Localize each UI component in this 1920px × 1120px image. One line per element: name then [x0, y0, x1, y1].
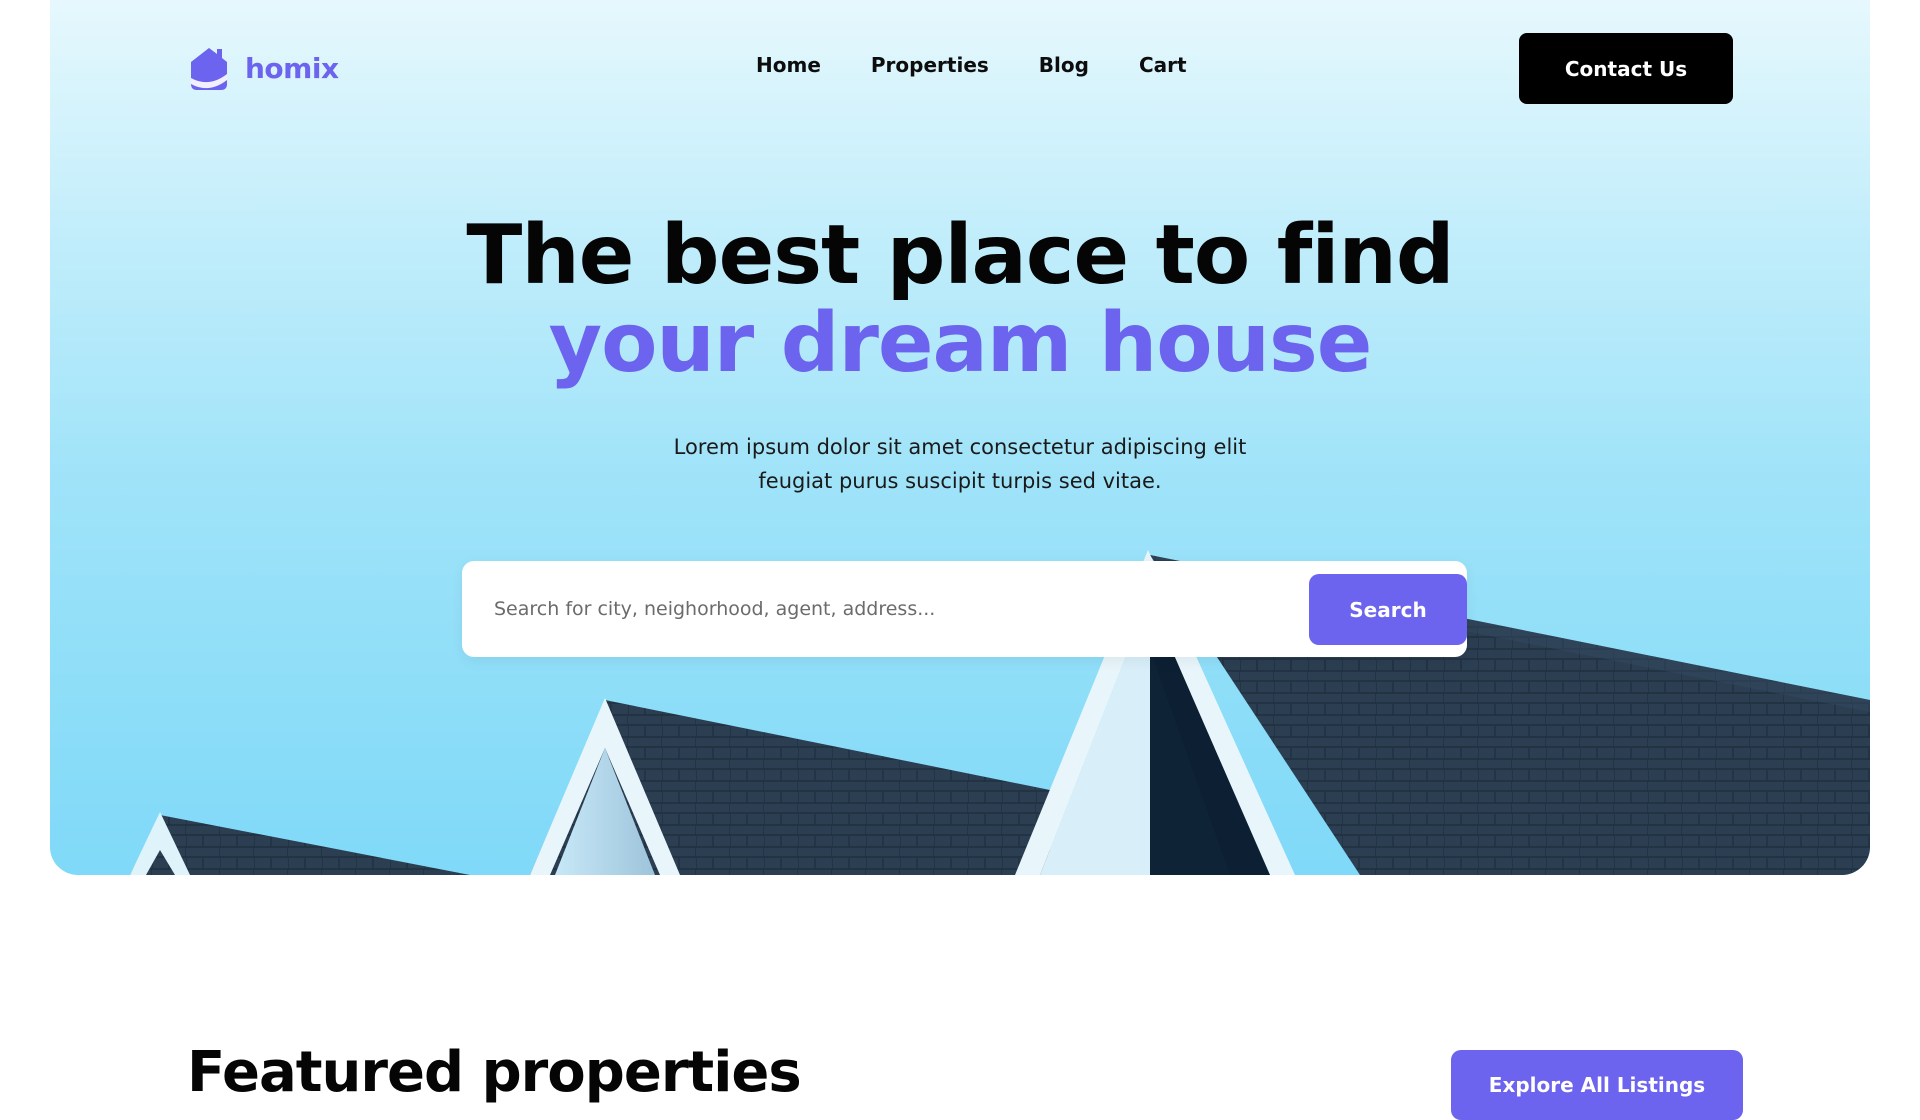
- nav-item-blog[interactable]: Blog: [1039, 53, 1089, 77]
- hero-headline: The best place to find your dream house: [50, 212, 1870, 388]
- main-nav: Home Properties Blog Cart: [756, 53, 1237, 77]
- nav-item-properties[interactable]: Properties: [871, 53, 989, 77]
- headline-line-2: your dream house: [548, 296, 1373, 391]
- house-icon: [191, 48, 227, 90]
- brand-logo[interactable]: homix: [187, 44, 339, 92]
- nav-item-home[interactable]: Home: [756, 53, 821, 77]
- headline-line-1: The best place to find: [466, 208, 1454, 303]
- search-input[interactable]: [492, 589, 1272, 629]
- search-bar: Search: [462, 561, 1467, 657]
- nav-item-cart[interactable]: Cart: [1139, 53, 1187, 77]
- subtext-line-2: feugiat purus suscipit turpis sed vitae.: [758, 469, 1162, 493]
- brand-name: homix: [245, 51, 339, 85]
- contact-us-button[interactable]: Contact Us: [1519, 33, 1733, 104]
- featured-properties-title: Featured properties: [187, 1040, 802, 1105]
- hero-subtext: Lorem ipsum dolor sit amet consectetur a…: [50, 430, 1870, 498]
- search-button[interactable]: Search: [1309, 574, 1467, 645]
- explore-all-listings-button[interactable]: Explore All Listings: [1451, 1050, 1743, 1120]
- hero-banner: homix Home Properties Blog Cart Contact …: [50, 0, 1870, 875]
- subtext-line-1: Lorem ipsum dolor sit amet consectetur a…: [673, 435, 1247, 459]
